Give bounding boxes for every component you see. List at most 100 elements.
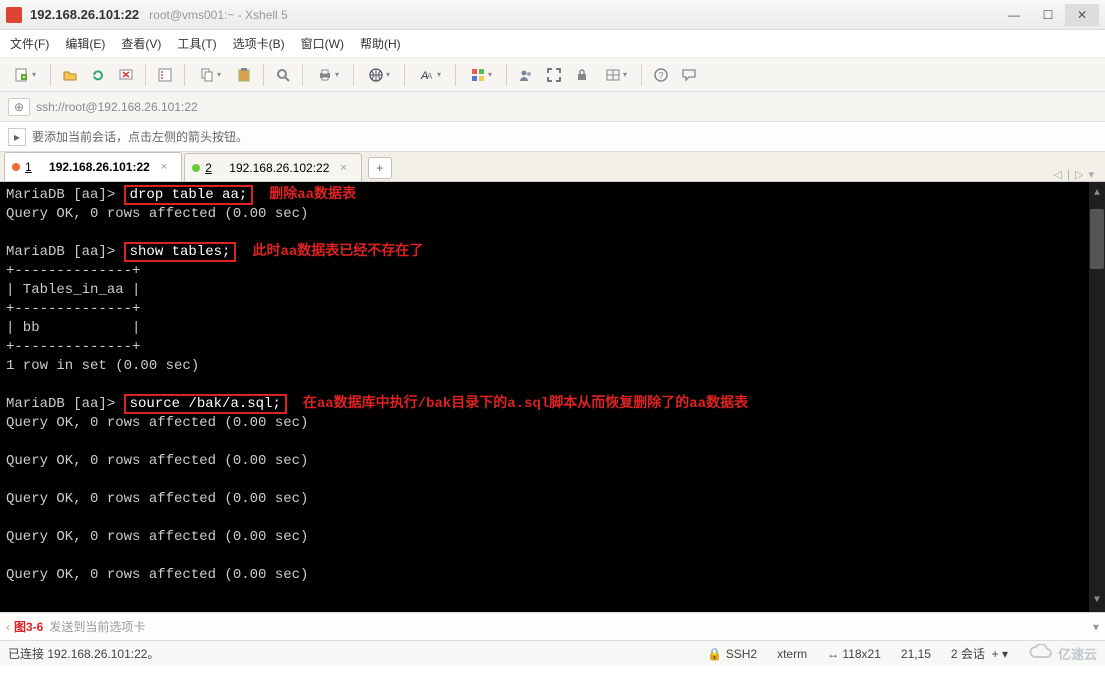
help-icon[interactable]: ? [648, 62, 674, 88]
cmd-drop-table: drop table aa; [124, 185, 254, 205]
lock-icon[interactable] [569, 62, 595, 88]
app-icon [6, 7, 22, 23]
reconnect-icon[interactable] [85, 62, 111, 88]
tab-number: 2 [205, 161, 212, 175]
output-line: 1 row in set (0.00 sec) [6, 357, 1099, 376]
svg-text:?: ? [659, 70, 664, 80]
tab-session-1[interactable]: 1 192.168.26.101:22 × [4, 152, 182, 181]
tab-session-2[interactable]: 2 192.168.26.102:22 × [184, 153, 362, 181]
annotation: 删除aa数据表 [269, 187, 356, 203]
print-icon[interactable] [309, 62, 347, 88]
output-line: Query OK, 0 rows affected (0.00 sec) [6, 452, 1099, 471]
title-ip: 192.168.26.101:22 [30, 7, 139, 22]
maximize-button[interactable]: ☐ [1031, 4, 1065, 26]
menu-edit[interactable]: 编辑(E) [65, 35, 105, 52]
address-bar: ⊕ ssh://root@192.168.26.101:22 [0, 92, 1105, 122]
tab-nav-buttons[interactable]: ◁ | ▷ ▾ [1054, 168, 1101, 181]
cloud-icon [1028, 644, 1054, 663]
output-line: | bb | [6, 319, 1099, 338]
compose-caret-icon[interactable]: ‹ [6, 620, 10, 634]
status-dot-icon [12, 163, 20, 171]
address-scheme-icon[interactable]: ⊕ [8, 98, 30, 116]
lock-icon: 🔒 [707, 647, 722, 661]
minimize-button[interactable]: — [997, 4, 1031, 26]
annotation: 在aa数据库中执行/bak目录下的a.sql脚本从而恢复删除了的aa数据表 [303, 396, 748, 412]
copy-icon[interactable] [191, 62, 229, 88]
cmd-source: source /bak/a.sql; [124, 394, 287, 414]
open-icon[interactable] [57, 62, 83, 88]
disconnect-icon[interactable] [113, 62, 139, 88]
send-target-dropdown[interactable]: ▾ [1093, 620, 1099, 634]
menu-tabs[interactable]: 选项卡(B) [233, 35, 285, 52]
title-sub: root@vms001:~ - Xshell 5 [149, 8, 288, 22]
menu-help[interactable]: 帮助(H) [360, 35, 401, 52]
separator [263, 64, 264, 86]
tab-number: 1 [25, 160, 32, 174]
close-button[interactable]: ✕ [1065, 4, 1099, 26]
send-bar: ‹ 图3-6 发送到当前选项卡 ▾ [0, 612, 1105, 640]
titlebar: 192.168.26.101:22 root@vms001:~ - Xshell… [0, 0, 1105, 30]
menu-view[interactable]: 查看(V) [121, 35, 161, 52]
status-bar: 已连接 192.168.26.101:22。 🔒 SSH2 xterm ↔ 11… [0, 640, 1105, 666]
brand-logo: 亿速云 [1028, 644, 1097, 663]
session-tabs: 1 192.168.26.101:22 × 2 192.168.26.102:2… [0, 152, 1105, 182]
separator [353, 64, 354, 86]
status-cursor: 21,15 [901, 647, 931, 661]
output-line: Query OK, 0 rows affected (0.00 sec) [6, 566, 1099, 585]
toolbar: AA ? [0, 58, 1105, 92]
svg-text:A: A [427, 72, 433, 81]
tab-label: 192.168.26.101:22 [49, 160, 150, 174]
output-line: Query OK, 0 rows affected (0.00 sec) [6, 205, 1099, 224]
tab-close-icon[interactable]: × [340, 162, 346, 174]
terminal-scrollbar[interactable]: ▲ ▼ [1089, 182, 1105, 612]
menu-window[interactable]: 窗口(W) [301, 35, 344, 52]
menu-file[interactable]: 文件(F) [10, 35, 49, 52]
add-tab-button[interactable]: + [368, 157, 392, 179]
tab-label: 192.168.26.102:22 [229, 161, 329, 175]
output-line: Query OK, 0 rows affected (0.00 sec) [6, 414, 1099, 433]
prompt: MariaDB [aa]> [6, 244, 115, 260]
annotation: 此时aa数据表已经不存在了 [252, 244, 423, 260]
status-dot-icon [192, 164, 200, 172]
terminal[interactable]: MariaDB [aa]> drop table aa; 删除aa数据表 Quer… [0, 182, 1105, 612]
scroll-thumb[interactable] [1090, 209, 1104, 269]
output-line: +--------------+ [6, 262, 1099, 281]
separator [145, 64, 146, 86]
separator [302, 64, 303, 86]
layout-icon[interactable] [597, 62, 635, 88]
menubar: 文件(F) 编辑(E) 查看(V) 工具(T) 选项卡(B) 窗口(W) 帮助(… [0, 30, 1105, 58]
users-icon[interactable] [513, 62, 539, 88]
send-text: 发送到当前选项卡 [49, 618, 145, 635]
prompt: MariaDB [aa]> [6, 187, 115, 203]
prompt: MariaDB [aa]> [6, 396, 115, 412]
separator [506, 64, 507, 86]
brand-text: 亿速云 [1058, 644, 1097, 663]
globe-icon[interactable] [360, 62, 398, 88]
separator [184, 64, 185, 86]
find-icon[interactable] [270, 62, 296, 88]
scroll-down-icon[interactable]: ▼ [1092, 589, 1102, 612]
paste-icon[interactable] [231, 62, 257, 88]
properties-icon[interactable] [152, 62, 178, 88]
new-session-icon[interactable] [6, 62, 44, 88]
chat-icon[interactable] [676, 62, 702, 88]
output-line: | Tables_in_aa | [6, 281, 1099, 300]
add-session-arrow-icon[interactable]: ▸ [8, 128, 26, 146]
separator [50, 64, 51, 86]
output-line: Query OK, 0 rows affected (0.00 sec) [6, 490, 1099, 509]
separator [404, 64, 405, 86]
output-line: +--------------+ [6, 338, 1099, 357]
output-line: Query OK, 0 rows affected (0.00 sec) [6, 528, 1099, 547]
color-icon[interactable] [462, 62, 500, 88]
fullscreen-icon[interactable] [541, 62, 567, 88]
status-protocol: SSH2 [726, 647, 757, 661]
tab-close-icon[interactable]: × [161, 161, 167, 173]
status-term: xterm [777, 647, 807, 661]
status-connection: 已连接 192.168.26.101:22。 [8, 645, 159, 662]
separator [455, 64, 456, 86]
address-url[interactable]: ssh://root@192.168.26.101:22 [36, 100, 198, 114]
menu-tools[interactable]: 工具(T) [177, 35, 216, 52]
status-size: 118x21 [842, 647, 880, 661]
font-icon[interactable]: AA [411, 62, 449, 88]
scroll-up-icon[interactable]: ▲ [1092, 182, 1102, 205]
